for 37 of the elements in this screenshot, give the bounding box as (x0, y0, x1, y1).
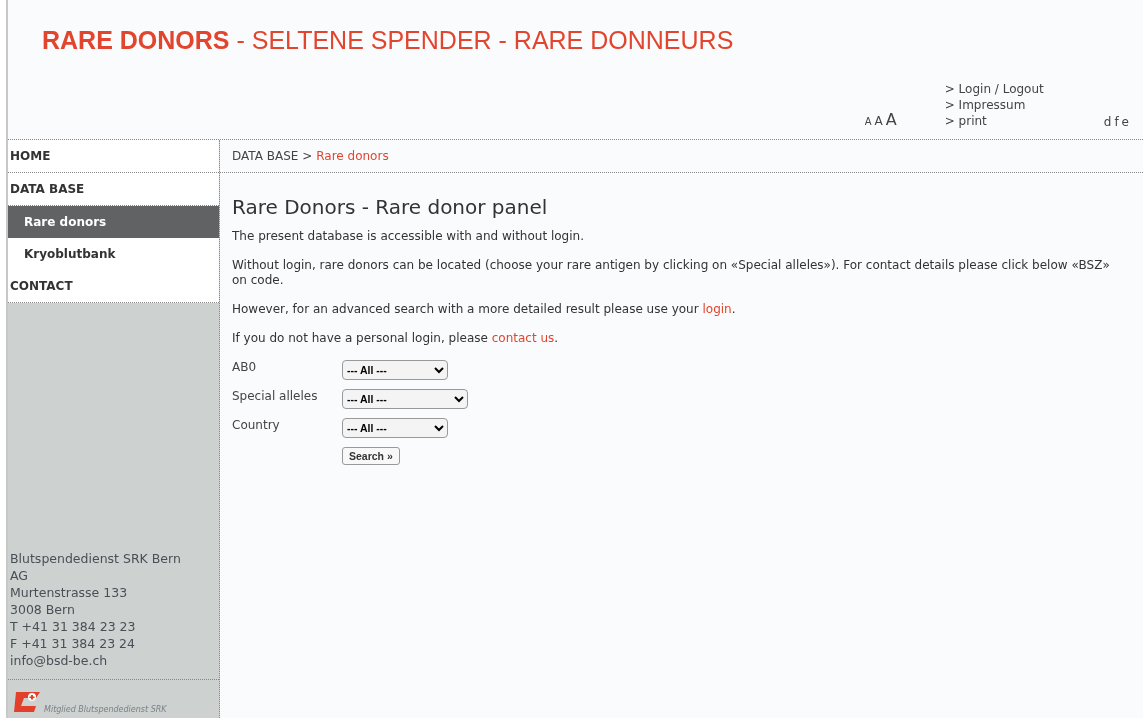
paragraph: Without login, rare donors can be located (choose your rare antigen by clicking on «Special alleles»). For contact details please click below «BSZ» on code. (232, 258, 1111, 288)
cross-logo-icon (12, 690, 42, 714)
dropdown[interactable]: --- All --- (342, 360, 448, 380)
nav-item[interactable]: HOME (8, 140, 219, 173)
font-size-link[interactable]: A (885, 110, 897, 129)
field-label: Country (232, 418, 280, 432)
header-link[interactable]: > print (944, 113, 1044, 129)
address-line: 3008 Bern (10, 601, 76, 618)
paragraph: If you do not have a personal login, please contact us. (232, 331, 560, 346)
header-link[interactable]: > Login / Logout (944, 81, 1044, 97)
breadcrumb-current: Rare donors (316, 149, 389, 163)
page-heading: Rare Donors - Rare donor panel (232, 195, 549, 219)
paragraph: However, for an advanced search with a more detailed result please use your login. (232, 302, 737, 317)
font-size-link[interactable]: A (864, 116, 872, 127)
breadcrumb-link[interactable]: DATA BASE > (232, 149, 313, 163)
search-button[interactable]: Search » (342, 447, 400, 465)
site-title: RARE DONORS - SELTENE SPENDER - RARE DONNEURS (42, 26, 735, 55)
dropdown[interactable]: --- All --- (342, 389, 468, 409)
address-line: F +41 31 384 23 24 (10, 635, 136, 652)
text-link[interactable]: login (702, 302, 732, 316)
language-link[interactable]: f (1114, 115, 1119, 129)
language-link[interactable]: d (1103, 115, 1112, 129)
dropdown[interactable]: --- All --- (342, 418, 448, 438)
paragraph: The present database is accessible with and without login. (232, 229, 585, 244)
nav-subitem[interactable]: Kryoblutbank (8, 238, 219, 270)
field-label: AB0 (232, 360, 257, 374)
font-size-link[interactable]: A (874, 114, 883, 128)
logo-caption: Mitglied Blutspendedienst SRK (44, 705, 167, 714)
field-label: Special alleles (232, 389, 318, 403)
address-line: Blutspendedienst SRK Bern AG (10, 550, 182, 584)
address-line: info@bsd-be.ch (10, 652, 109, 669)
address-line: Murtenstrasse 133 (10, 584, 129, 601)
nav-subitem[interactable]: Rare donors (8, 206, 219, 238)
header-link[interactable]: > Impressum (944, 97, 1044, 113)
nav-item[interactable]: CONTACT (8, 270, 219, 303)
address-line: T +41 31 384 23 23 (10, 618, 137, 635)
language-link[interactable]: e (1121, 115, 1129, 129)
